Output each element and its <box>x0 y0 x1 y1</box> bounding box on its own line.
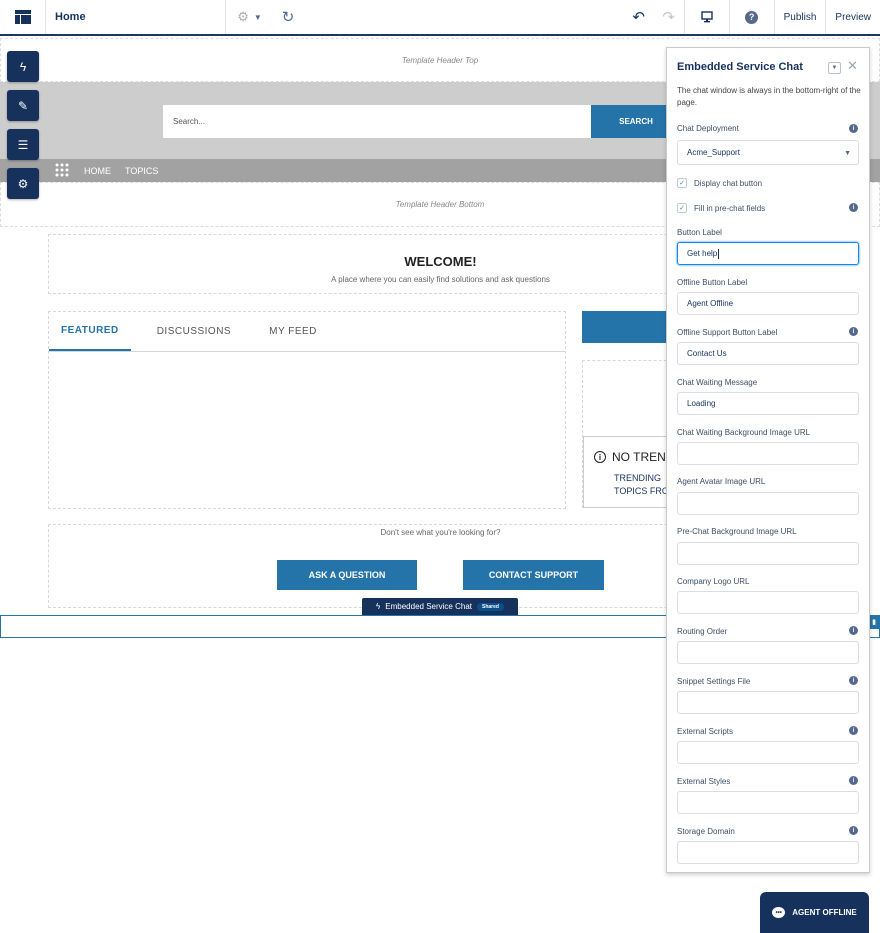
help-button[interactable]: ? <box>730 0 774 34</box>
left-toolbar: ϟ ✎ ☰ ⚙ <box>7 51 39 199</box>
field-label-external-styles: External Styles <box>677 777 731 786</box>
gear-icon: ⚙ <box>237 9 249 24</box>
storage-domain-input[interactable] <box>677 841 859 864</box>
chevron-down-icon: ▼ <box>844 150 851 157</box>
button-label-value: Get help <box>687 249 718 258</box>
trending-desc-line1: TRENDING <box>614 473 661 483</box>
offline-support-label: Offline Support Button Label <box>677 328 778 337</box>
prechat-bg-input[interactable] <box>677 542 859 565</box>
search-input[interactable]: Search... <box>163 105 591 138</box>
chat-deployment-value: Acme_Support <box>687 148 740 157</box>
brush-icon[interactable]: ✎ <box>7 90 39 121</box>
chevron-down-icon[interactable]: ▼ <box>828 62 841 74</box>
info-icon[interactable]: i <box>849 776 858 785</box>
ask-question-button[interactable]: ASK A QUESTION <box>277 560 417 590</box>
tab-my-feed[interactable]: MY FEED <box>257 311 329 351</box>
list-icon[interactable]: ☰ <box>7 129 39 160</box>
device-icon[interactable] <box>685 0 729 34</box>
page-selector[interactable]: Home <box>46 0 226 34</box>
undo-icon[interactable]: ↶ <box>624 0 654 34</box>
info-icon: i <box>594 451 606 463</box>
agent-avatar-input[interactable] <box>677 492 859 515</box>
help-icon: ? <box>745 10 759 24</box>
info-icon[interactable]: i <box>849 726 858 735</box>
button-label-label: Button Label <box>677 228 722 237</box>
offline-button-label-input[interactable]: Agent Offline <box>677 292 859 315</box>
nav-item-home[interactable]: HOME <box>84 166 111 176</box>
display-chat-button-label: Display chat button <box>694 178 763 188</box>
chat-deployment-select[interactable]: Acme_Support ▼ <box>677 140 859 165</box>
right-column-button[interactable] <box>582 311 672 343</box>
chat-deployment-label: Chat Deployment <box>677 124 739 133</box>
chat-waiting-bg-input[interactable] <box>677 442 859 465</box>
settings-icon[interactable]: ⚙ <box>7 168 39 199</box>
page-settings-menu[interactable]: ⚙ ▼ <box>226 9 273 25</box>
panel-title: Embedded Service Chat <box>677 61 803 73</box>
trending-topics-card: i NO TRENDING TRENDING TOPICS FROM <box>583 436 672 508</box>
trending-title: NO TRENDING <box>612 450 671 464</box>
chevron-down-icon: ▼ <box>253 12 262 22</box>
app-launcher-icon[interactable] <box>54 163 70 179</box>
agent-offline-button[interactable]: ••• AGENT OFFLINE <box>760 892 869 933</box>
page-name: Home <box>55 11 86 23</box>
properties-panel: Embedded Service Chat ▼ ✕ The chat windo… <box>666 47 870 873</box>
lightning-icon: ϟ <box>376 602 381 611</box>
agent-offline-label: AGENT OFFLINE <box>792 908 857 917</box>
field-label-chat-waiting-bg: Chat Waiting Background Image URL <box>677 428 811 437</box>
field-label-agent-avatar: Agent Avatar Image URL <box>677 477 766 486</box>
field-label-external-scripts: External Scripts <box>677 727 734 736</box>
fill-prechat-checkbox[interactable]: ✓ Fill in pre-chat fields <box>677 203 765 213</box>
builder-toolbar: Home ⚙ ▼ ↻ ↶ ↷ ? Publish Preview <box>0 0 880 36</box>
field-label-company-logo: Company Logo URL <box>677 577 750 586</box>
chat-icon: ••• <box>772 907 786 918</box>
trending-desc-line2: TOPICS FROM <box>614 486 672 496</box>
company-logo-input[interactable] <box>677 591 859 614</box>
redo-icon[interactable]: ↷ <box>654 0 684 34</box>
chat-waiting-label: Chat Waiting Message <box>677 378 758 387</box>
info-icon[interactable]: i <box>849 124 858 133</box>
page-layout-icon[interactable] <box>0 0 46 34</box>
info-icon[interactable]: i <box>849 327 858 336</box>
contact-support-button[interactable]: CONTACT SUPPORT <box>463 560 604 590</box>
close-icon[interactable]: ✕ <box>847 58 858 74</box>
routing-order-input[interactable] <box>677 641 859 664</box>
offline-button-label-label: Offline Button Label <box>677 278 748 287</box>
field-label-routing-order: Routing Order <box>677 627 728 636</box>
lightning-icon[interactable]: ϟ <box>7 51 39 82</box>
field-label-storage-domain: Storage Domain <box>677 827 735 836</box>
field-label-prechat-bg: Pre-Chat Background Image URL <box>677 527 797 536</box>
shared-badge: Shared <box>477 602 504 611</box>
component-tag[interactable]: ϟ Embedded Service Chat Shared <box>362 598 518 615</box>
external-scripts-input[interactable] <box>677 741 859 764</box>
tab-featured[interactable]: FEATURED <box>49 311 131 351</box>
chat-waiting-input[interactable]: Loading <box>677 392 859 415</box>
info-icon[interactable]: i <box>849 626 858 635</box>
fill-prechat-label: Fill in pre-chat fields <box>694 203 766 213</box>
button-label-input[interactable]: Get help <box>677 242 859 265</box>
info-icon[interactable]: i <box>849 676 858 685</box>
info-icon[interactable]: i <box>849 203 858 212</box>
refresh-icon[interactable]: ↻ <box>273 8 303 26</box>
offline-support-input[interactable]: Contact Us <box>677 342 859 365</box>
feed-tabs-region[interactable]: FEATURED DISCUSSIONS MY FEED <box>48 311 566 509</box>
checkbox-checked-icon: ✓ <box>677 203 687 213</box>
info-icon[interactable]: i <box>849 826 858 835</box>
preview-button[interactable]: Preview <box>826 0 880 34</box>
publish-button[interactable]: Publish <box>775 0 826 34</box>
feed-tabs: FEATURED DISCUSSIONS MY FEED <box>49 312 565 352</box>
nav-item-topics[interactable]: TOPICS <box>125 166 158 176</box>
checkbox-checked-icon: ✓ <box>677 178 687 188</box>
field-label-snippet-settings: Snippet Settings File <box>677 677 751 686</box>
component-tag-label: Embedded Service Chat <box>385 602 472 611</box>
tab-discussions[interactable]: DISCUSSIONS <box>145 311 243 351</box>
panel-description: The chat window is always in the bottom-… <box>677 86 861 107</box>
display-chat-button-checkbox[interactable]: ✓ Display chat button <box>677 178 762 188</box>
builder-root: Home ⚙ ▼ ↻ ↶ ↷ ? Publish Preview ϟ ✎ ☰ ⚙… <box>0 0 880 933</box>
external-styles-input[interactable] <box>677 791 859 814</box>
snippet-settings-input[interactable] <box>677 691 859 714</box>
